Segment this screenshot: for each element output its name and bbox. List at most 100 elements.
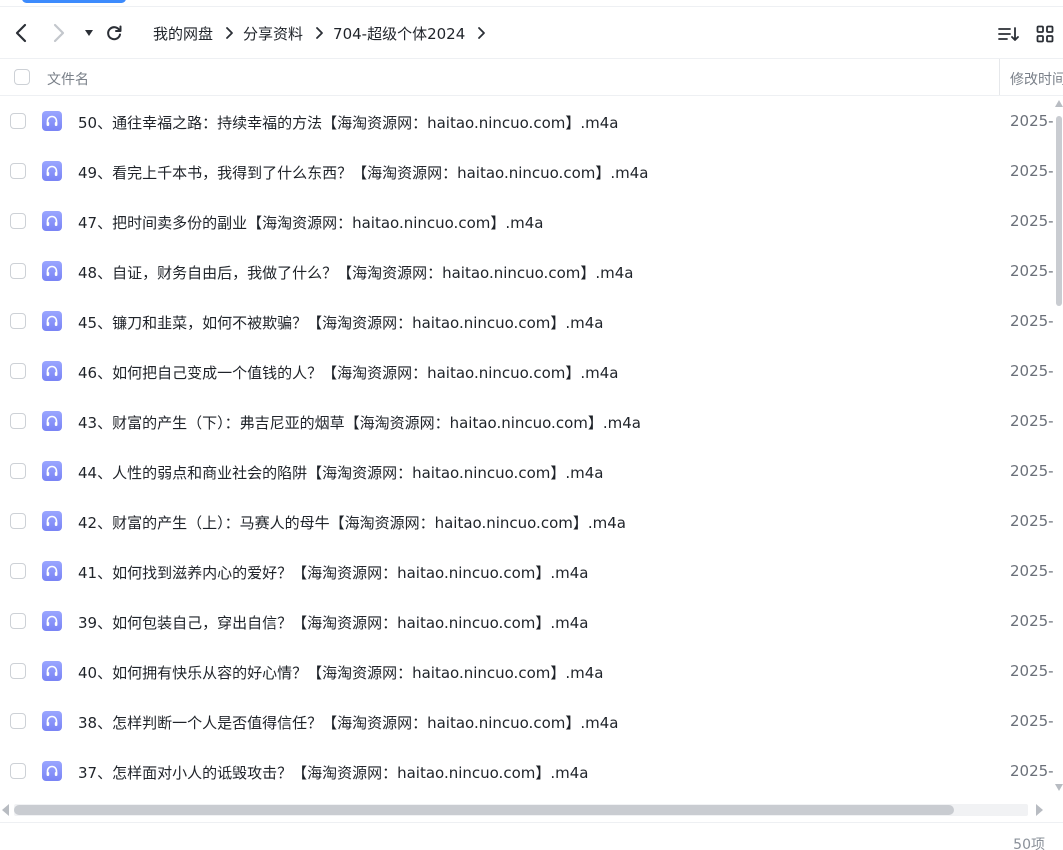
top-strip bbox=[0, 0, 1063, 7]
file-name[interactable]: 47、把时间卖多份的副业【海淘资源网：haitao.nincuo.com】.m4… bbox=[78, 212, 543, 233]
file-row[interactable]: 42、财富的产生（上）：马赛人的母牛【海淘资源网：haitao.nincuo.c… bbox=[0, 497, 1054, 547]
history-dropdown-button[interactable] bbox=[78, 22, 100, 44]
file-name[interactable]: 48、自证，财务自由后，我做了什么？【海淘资源网：haitao.nincuo.c… bbox=[78, 262, 633, 283]
refresh-button[interactable] bbox=[103, 22, 125, 44]
audio-file-icon bbox=[42, 561, 62, 581]
file-modified-date: 2025- bbox=[1010, 562, 1054, 580]
file-name[interactable]: 37、怎样面对小人的诋毁攻击？【海淘资源网：haitao.nincuo.com】… bbox=[78, 762, 588, 783]
forward-button[interactable] bbox=[48, 22, 70, 44]
caret-down-icon bbox=[85, 30, 93, 36]
file-name[interactable]: 45、镰刀和韭菜，如何不被欺骗？【海淘资源网：haitao.nincuo.com… bbox=[78, 312, 603, 333]
file-row[interactable]: 38、怎样判断一个人是否值得信任？【海淘资源网：haitao.nincuo.co… bbox=[0, 697, 1054, 747]
file-row[interactable]: 49、看完上千本书，我得到了什么东西？【海淘资源网：haitao.nincuo.… bbox=[0, 147, 1054, 197]
row-checkbox[interactable] bbox=[10, 313, 26, 329]
view-controls bbox=[998, 23, 1056, 45]
row-checkbox[interactable] bbox=[10, 463, 26, 479]
file-modified-date: 2025- bbox=[1010, 262, 1054, 280]
row-checkbox[interactable] bbox=[10, 113, 26, 129]
row-checkbox[interactable] bbox=[10, 713, 26, 729]
audio-file-icon bbox=[42, 261, 62, 281]
scroll-right-arrow-icon[interactable] bbox=[1036, 804, 1043, 816]
chevron-right-icon bbox=[53, 23, 65, 43]
file-row[interactable]: 41、如何找到滋养内心的爱好？【海淘资源网：haitao.nincuo.com】… bbox=[0, 547, 1054, 597]
breadcrumb-item-current[interactable]: 704-超级个体2024 bbox=[333, 23, 465, 44]
select-all-checkbox[interactable] bbox=[14, 69, 30, 85]
column-header-modified[interactable]: 修改时间 bbox=[1010, 69, 1063, 89]
horizontal-scrollbar[interactable] bbox=[0, 801, 1054, 819]
scroll-up-arrow-icon[interactable] bbox=[1055, 100, 1063, 107]
vertical-scrollbar[interactable] bbox=[1054, 100, 1063, 795]
audio-file-icon bbox=[42, 761, 62, 781]
audio-file-icon bbox=[42, 461, 62, 481]
file-modified-date: 2025- bbox=[1010, 512, 1054, 530]
audio-file-icon bbox=[42, 311, 62, 331]
sort-button[interactable] bbox=[998, 23, 1020, 45]
row-checkbox[interactable] bbox=[10, 513, 26, 529]
file-modified-date: 2025- bbox=[1010, 762, 1054, 780]
file-name[interactable]: 50、通往幸福之路：持续幸福的方法【海淘资源网：haitao.nincuo.co… bbox=[78, 112, 618, 133]
row-checkbox[interactable] bbox=[10, 663, 26, 679]
file-modified-date: 2025- bbox=[1010, 162, 1054, 180]
scroll-down-arrow-icon[interactable] bbox=[1055, 784, 1063, 791]
file-name[interactable]: 38、怎样判断一个人是否值得信任？【海淘资源网：haitao.nincuo.co… bbox=[78, 712, 618, 733]
file-modified-date: 2025- bbox=[1010, 462, 1054, 480]
file-row[interactable]: 48、自证，财务自由后，我做了什么？【海淘资源网：haitao.nincuo.c… bbox=[0, 247, 1054, 297]
scroll-left-arrow-icon[interactable] bbox=[2, 804, 9, 816]
file-row[interactable]: 47、把时间卖多份的副业【海淘资源网：haitao.nincuo.com】.m4… bbox=[0, 197, 1054, 247]
active-tab-indicator bbox=[22, 0, 126, 3]
back-button[interactable] bbox=[10, 22, 32, 44]
row-checkbox[interactable] bbox=[10, 163, 26, 179]
breadcrumb: 我的网盘 分享资料 704-超级个体2024 bbox=[153, 8, 495, 58]
file-list: 50、通往幸福之路：持续幸福的方法【海淘资源网：haitao.nincuo.co… bbox=[0, 97, 1054, 797]
file-modified-date: 2025- bbox=[1010, 112, 1054, 130]
file-row[interactable]: 40、如何拥有快乐从容的好心情？【海淘资源网：haitao.nincuo.com… bbox=[0, 647, 1054, 697]
file-name[interactable]: 44、人性的弱点和商业社会的陷阱【海淘资源网：haitao.nincuo.com… bbox=[78, 462, 603, 483]
file-name[interactable]: 41、如何找到滋养内心的爱好？【海淘资源网：haitao.nincuo.com】… bbox=[78, 562, 588, 583]
file-modified-date: 2025- bbox=[1010, 412, 1054, 430]
file-modified-date: 2025- bbox=[1010, 362, 1054, 380]
file-row[interactable]: 50、通往幸福之路：持续幸福的方法【海淘资源网：haitao.nincuo.co… bbox=[0, 97, 1054, 147]
row-checkbox[interactable] bbox=[10, 613, 26, 629]
file-name[interactable]: 43、财富的产生（下）：弗吉尼亚的烟草【海淘资源网：haitao.nincuo.… bbox=[78, 412, 641, 433]
audio-file-icon bbox=[42, 511, 62, 531]
audio-file-icon bbox=[42, 661, 62, 681]
file-modified-date: 2025- bbox=[1010, 612, 1054, 630]
file-row[interactable]: 46、如何把自己变成一个值钱的人？【海淘资源网：haitao.nincuo.co… bbox=[0, 347, 1054, 397]
file-row[interactable]: 43、财富的产生（下）：弗吉尼亚的烟草【海淘资源网：haitao.nincuo.… bbox=[0, 397, 1054, 447]
row-checkbox[interactable] bbox=[10, 413, 26, 429]
file-row[interactable]: 39、如何包装自己，穿出自信？【海淘资源网：haitao.nincuo.com】… bbox=[0, 597, 1054, 647]
file-modified-date: 2025- bbox=[1010, 712, 1054, 730]
row-checkbox[interactable] bbox=[10, 263, 26, 279]
horizontal-scrollbar-thumb[interactable] bbox=[14, 805, 954, 815]
row-checkbox[interactable] bbox=[10, 563, 26, 579]
file-row[interactable]: 45、镰刀和韭菜，如何不被欺骗？【海淘资源网：haitao.nincuo.com… bbox=[0, 297, 1054, 347]
horizontal-scrollbar-track[interactable] bbox=[14, 804, 1028, 816]
audio-file-icon bbox=[42, 111, 62, 131]
file-name[interactable]: 40、如何拥有快乐从容的好心情？【海淘资源网：haitao.nincuo.com… bbox=[78, 662, 603, 683]
file-name[interactable]: 39、如何包装自己，穿出自信？【海淘资源网：haitao.nincuo.com】… bbox=[78, 612, 588, 633]
breadcrumb-separator-icon bbox=[225, 26, 234, 40]
audio-file-icon bbox=[42, 711, 62, 731]
audio-file-icon bbox=[42, 161, 62, 181]
row-checkbox[interactable] bbox=[10, 363, 26, 379]
vertical-scrollbar-thumb[interactable] bbox=[1056, 116, 1062, 306]
breadcrumb-item-shared[interactable]: 分享资料 bbox=[243, 23, 303, 44]
row-checkbox[interactable] bbox=[10, 213, 26, 229]
file-name[interactable]: 49、看完上千本书，我得到了什么东西？【海淘资源网：haitao.nincuo.… bbox=[78, 162, 648, 183]
grid-view-icon bbox=[1036, 25, 1054, 43]
file-row[interactable]: 37、怎样面对小人的诋毁攻击？【海淘资源网：haitao.nincuo.com】… bbox=[0, 747, 1054, 797]
toolbar: 我的网盘 分享资料 704-超级个体2024 bbox=[0, 8, 1063, 58]
status-bar: 50项 bbox=[0, 822, 1063, 850]
file-name[interactable]: 46、如何把自己变成一个值钱的人？【海淘资源网：haitao.nincuo.co… bbox=[78, 362, 618, 383]
breadcrumb-separator-icon bbox=[315, 26, 324, 40]
grid-view-button[interactable] bbox=[1034, 23, 1056, 45]
column-divider[interactable] bbox=[999, 59, 1000, 95]
list-header: 文件名 修改时间 bbox=[0, 58, 1063, 96]
file-manager-window: 我的网盘 分享资料 704-超级个体2024 文件名 修改时间 50、通往幸福之… bbox=[0, 0, 1063, 850]
file-name[interactable]: 42、财富的产生（上）：马赛人的母牛【海淘资源网：haitao.nincuo.c… bbox=[78, 512, 626, 533]
audio-file-icon bbox=[42, 611, 62, 631]
file-row[interactable]: 44、人性的弱点和商业社会的陷阱【海淘资源网：haitao.nincuo.com… bbox=[0, 447, 1054, 497]
breadcrumb-item-root[interactable]: 我的网盘 bbox=[153, 23, 213, 44]
column-header-name[interactable]: 文件名 bbox=[47, 69, 89, 89]
row-checkbox[interactable] bbox=[10, 763, 26, 779]
